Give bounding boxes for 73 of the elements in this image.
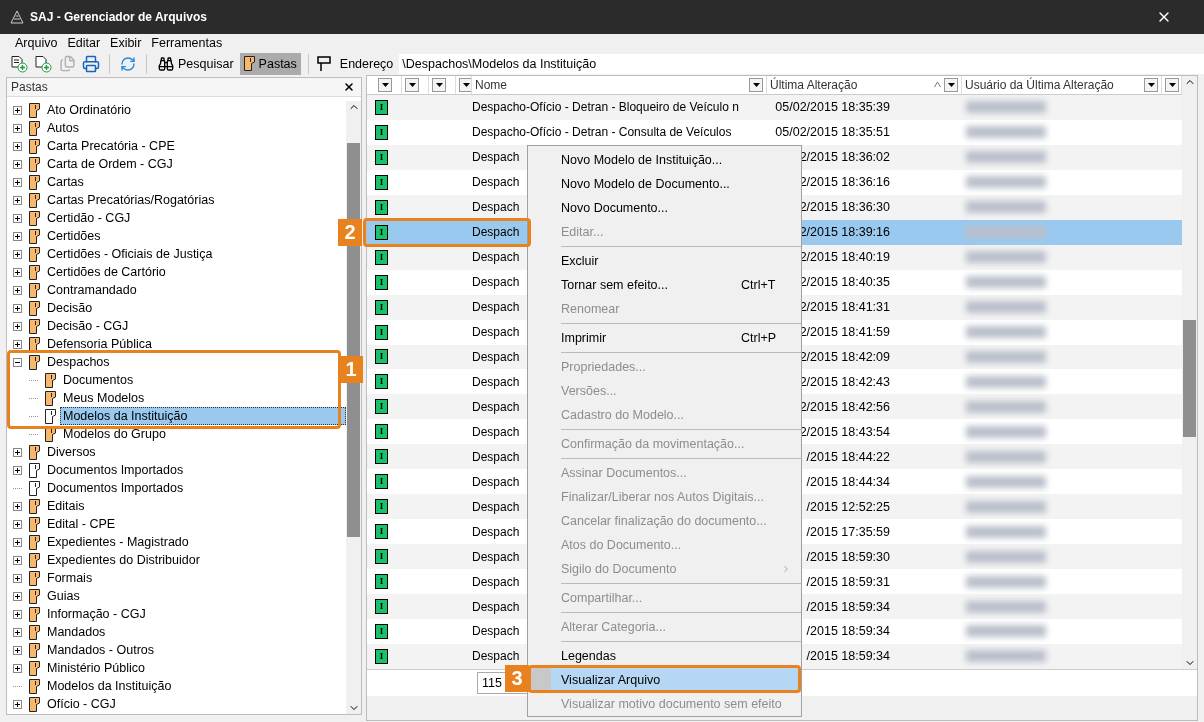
file-name: Despach [472,300,520,315]
document-type-badge: I [375,199,388,215]
modified-date: 2/2015 18:42:43 [798,374,891,389]
document-type-badge: I [375,474,388,490]
modified-date: 2/2015 18:42:56 [798,399,891,414]
file-name: Despach [472,150,520,165]
window-title: SAJ - Gerenciador de Arquivos [30,10,207,24]
file-name: Despach [472,275,520,290]
file-name: Despach [472,499,520,514]
modified-date: /2015 18:44:22 [805,449,891,464]
document-type-badge: I [375,249,388,265]
document-type-badge: I [375,574,388,590]
modified-date: /2015 18:59:30 [805,549,891,564]
file-name: Despach [472,175,520,190]
document-type-badge: I [375,648,388,664]
file-name: Despach [472,250,520,265]
modified-date: 2/2015 18:36:02 [798,150,891,165]
document-type-badge: I [375,274,388,290]
document-type-badge: I [375,499,388,515]
panel-title: Pastas [11,80,48,94]
file-name: Despach [472,424,520,439]
file-name: Despach [472,549,520,564]
modified-date: 2/2015 18:40:19 [798,250,891,265]
document-type-badge: I [375,224,388,240]
document-type-badge: I [375,324,388,340]
file-name: Despach [472,200,520,215]
file-name: Despach [472,349,520,364]
modified-date: /2015 18:59:31 [805,574,891,589]
document-type-badge: I [375,99,388,115]
file-name: Despacho-Ofício - Detran - Consulta de Veículos [472,125,732,140]
document-type-badge: I [375,149,388,165]
document-type-badge: I [375,599,388,614]
file-name: Despach [472,599,520,614]
document-type-badge: I [375,424,388,440]
modified-date: 2/2015 18:41:31 [798,300,891,315]
document-type-badge: I [375,524,388,540]
modified-date: /2015 18:59:34 [805,624,891,639]
modified-date: 2/2015 18:42:09 [798,349,891,364]
document-type-badge: I [375,174,388,190]
file-name: Despach [472,524,520,539]
address-label: Endereço [339,56,394,71]
modified-date: 2/2015 18:43:54 [798,424,891,439]
document-type-badge: I [375,449,388,465]
file-name: Despach [472,374,520,389]
file-name: Despach [472,474,520,489]
file-name: Despach [472,449,520,464]
callout-number: 3 [505,665,529,692]
modified-date: 2/2015 18:36:30 [798,200,891,215]
document-type-badge: I [375,549,388,565]
modified-date: 05/02/2015 18:35:51 [774,125,891,140]
document-type-badge: I [375,349,388,365]
callout-number: 1 [339,356,363,383]
file-name: Despach [472,225,520,240]
document-type-badge: I [375,623,388,639]
document-type-badge: I [375,124,388,140]
file-name: Despach [472,399,520,414]
document-type-badge: I [375,374,388,390]
file-name: Despach [472,649,520,664]
modified-date: /2015 18:59:34 [805,599,891,614]
callout-number: 2 [338,219,362,246]
document-type-badge: I [375,299,388,315]
file-name: Despach [472,624,520,639]
modified-date: /2015 12:52:25 [805,499,891,514]
document-type-badge: I [375,399,388,415]
modified-date: /2015 17:35:59 [805,524,891,539]
modified-date: 05/02/2015 18:35:39 [774,100,891,115]
file-name: Despach [472,325,520,339]
modified-date: 2/2015 18:39:16 [798,225,891,240]
file-name: Despacho-Ofício - Detran - Bloqueiro de Veículo n [472,100,739,115]
file-name: Despach [472,574,520,589]
modified-date: /2015 18:44:34 [805,474,891,489]
modified-date: /2015 18:59:34 [805,649,891,664]
modified-date: 2/2015 18:36:16 [798,175,891,190]
